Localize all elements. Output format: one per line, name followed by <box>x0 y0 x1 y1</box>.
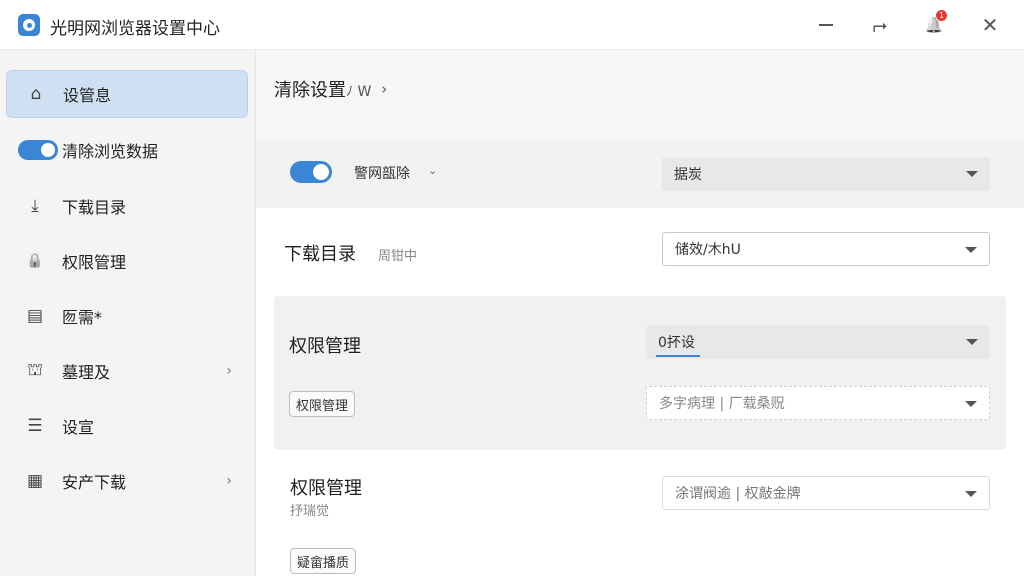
chevron-down-icon[interactable]: ⌄ <box>428 164 437 177</box>
sidebar: ⌂ 设管息 清除浏览数据 ⤓ 下载目录 🔒 权限管理 ▤ 匢需* ⛫ 墓理及 ›… <box>0 50 256 576</box>
download-directory-select[interactable]: 储效/⽊hU <box>662 232 990 266</box>
sidebar-item-apps[interactable]: ▦ 安产下载 › <box>6 457 248 505</box>
apps-icon: ▦ <box>26 471 44 491</box>
sidebar-item-downloads[interactable]: ⤓ 下载目录 <box>6 182 248 230</box>
sidebar-item-label: 清除浏览数据 <box>62 142 159 161</box>
app-logo-icon <box>18 14 40 36</box>
chevron-right-icon: › <box>226 473 232 489</box>
permission-2-chip[interactable]: 疑畲播质 <box>290 548 357 574</box>
sidebar-item-label: 权限管理 <box>62 253 127 272</box>
window-title: 光明网浏览器设置中心 <box>50 19 220 39</box>
permission-2-select[interactable]: 涂谓阀逾 | 权敲金牌 <box>662 476 990 510</box>
main-panel: 清除设置ﾉ W › 警网瓿除 ⌄ 据炭 下载目录 周钳中 储效/⽊hU 权限管理… <box>256 50 1024 576</box>
download-section-title: 下载目录 <box>284 244 356 265</box>
sidebar-item-clear-data[interactable]: 清除浏览数据 <box>6 126 248 174</box>
chevron-right-icon: › <box>226 363 232 379</box>
sidebar-item-label: 设管息 <box>63 86 112 105</box>
notifications-button[interactable]: 🔔 1 <box>920 10 948 38</box>
sidebar-item-label: 安产下载 <box>62 473 127 492</box>
clear-data-toggle[interactable] <box>290 161 332 183</box>
caret-down-icon <box>966 339 978 345</box>
sidebar-item-management[interactable]: ⛫ 墓理及 › <box>6 347 248 395</box>
download-section-subtitle: 周钳中 <box>378 249 418 264</box>
permission-chip[interactable]: 权限管理 <box>289 391 356 417</box>
permission-section-title: 权限管理 <box>289 336 361 357</box>
document-icon: ▤ <box>26 306 44 326</box>
permission-section-2-subtitle: 抒瑞觉 <box>290 504 330 519</box>
sidebar-item-overview[interactable]: ⌂ 设管息 <box>6 70 248 118</box>
sidebar-item-label: 墓理及 <box>62 363 111 382</box>
clear-data-row: 警网瓿除 ⌄ 据炭 <box>256 140 1024 208</box>
sidebar-item-label: 匢需* <box>62 308 103 327</box>
settings-card: 下载目录 周钳中 储效/⽊hU 权限管理 0抔设 权限管理 多字病理 | 厂载桑… <box>256 208 1024 576</box>
sidebar-item-label: 设宣 <box>62 418 95 437</box>
caret-down-icon <box>965 247 977 253</box>
close-button[interactable]: ✕ <box>976 12 1004 38</box>
sidebar-item-permissions[interactable]: 🔒 权限管理 <box>6 237 248 285</box>
permission-select[interactable]: 0抔设 <box>646 325 990 359</box>
caret-down-icon <box>965 401 977 407</box>
close-icon: ✕ <box>981 13 999 37</box>
sidebar-item-label: 下载目录 <box>62 198 127 217</box>
permission-card: 权限管理 0抔设 权限管理 多字病理 | 厂载桑贶 <box>274 296 1006 450</box>
minimize-button[interactable] <box>812 12 840 38</box>
chevron-right-icon: › <box>381 80 388 98</box>
restore-button[interactable]: ⮣ <box>866 12 894 38</box>
toggle-label: 警网瓿除 <box>354 166 410 182</box>
sidebar-item-document[interactable]: ▤ 匢需* <box>6 292 248 340</box>
caret-down-icon <box>965 491 977 497</box>
breadcrumb: 清除设置ﾉ W › <box>274 76 387 102</box>
list-icon: ☰ <box>27 416 43 436</box>
restore-icon: ⮣ <box>872 14 888 36</box>
lock-icon: 🔒 <box>26 253 44 269</box>
home-icon: ⌂ <box>30 84 42 104</box>
breadcrumb-label[interactable]: 清除设置ﾉ W <box>274 76 371 102</box>
clear-data-select[interactable]: 据炭 <box>662 157 990 191</box>
briefcase-icon: ⛫ <box>27 360 43 380</box>
caret-down-icon <box>966 171 978 177</box>
permission-section-2-title: 权限管理 <box>290 478 362 499</box>
sidebar-item-settings[interactable]: ☰ 设宣 <box>6 402 248 450</box>
title-bar: 光明网浏览器设置中心 ⮣ 🔔 1 ✕ <box>0 0 1024 50</box>
download-icon: ⤓ <box>31 196 39 216</box>
notification-badge: 1 <box>936 10 947 21</box>
toggle-icon[interactable] <box>18 140 58 160</box>
permission-dashed-select[interactable]: 多字病理 | 厂载桑贶 <box>646 386 990 420</box>
